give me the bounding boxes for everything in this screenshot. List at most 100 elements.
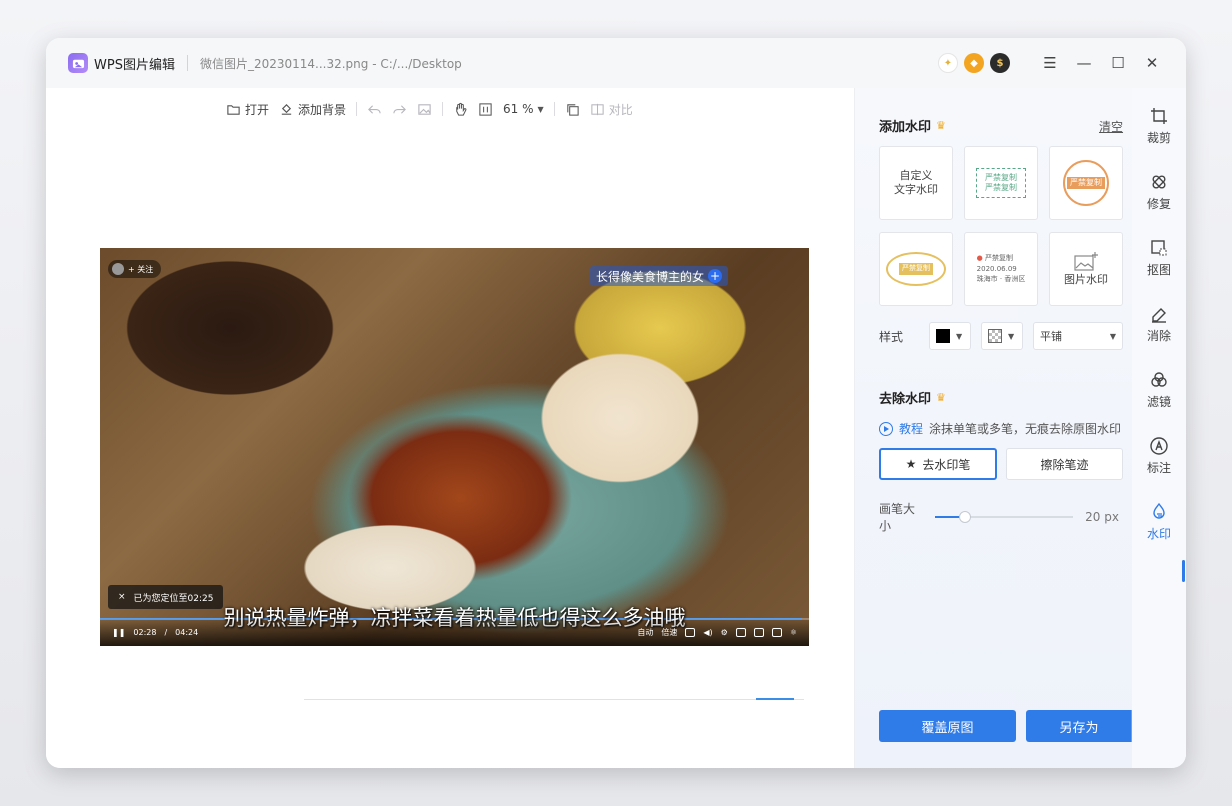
crown-icon: ♛ xyxy=(936,119,946,132)
title-divider xyxy=(186,55,188,71)
copy-button[interactable] xyxy=(565,102,580,117)
pause-icon: ❚❚ xyxy=(112,627,126,637)
close-button[interactable]: ✕ xyxy=(1138,49,1166,77)
stamp-round-watermark-tile[interactable]: 严禁复制 xyxy=(1049,146,1123,220)
rail-item-repair[interactable]: 修复 xyxy=(1132,172,1186,212)
editor-toolbar: 打开 添加背景 61 % ▼ 对比 xyxy=(226,98,633,120)
remove-hint-row: 教程 涂抹单笔或多笔，无痕去除原图水印 xyxy=(879,420,1121,437)
settings-icon: ⚙ xyxy=(720,627,728,637)
image-follow-badge: + 关注 xyxy=(108,260,162,278)
image-ctrl-auto: 自动 xyxy=(637,627,654,637)
plus-icon: + xyxy=(708,269,723,283)
compare-label: 对比 xyxy=(608,102,633,117)
remove-brush-button[interactable]: ★ 去水印笔 xyxy=(879,448,997,480)
tutorial-link[interactable]: 教程 xyxy=(899,420,923,437)
redo-button[interactable] xyxy=(392,102,407,117)
rail-filter-label: 滤镜 xyxy=(1146,395,1171,409)
add-watermark-title-text: 添加水印 xyxy=(879,120,932,135)
custom-text-watermark-tile[interactable]: 自定义 文字水印 xyxy=(879,146,953,220)
minimize-button[interactable]: — xyxy=(1070,49,1098,77)
stamp-rect-line2: 严禁复制 xyxy=(985,183,1017,192)
chevron-down-icon: ▼ xyxy=(1109,331,1117,341)
lightbulb-icon[interactable]: ✦ xyxy=(938,53,958,73)
chevron-down-icon: ▼ xyxy=(537,104,544,114)
rail-annotate-label: 标注 xyxy=(1146,461,1171,475)
add-background-button[interactable]: 添加背景 xyxy=(279,101,346,118)
file-title: 微信图片_20230114...32.png - C:/.../Desktop xyxy=(199,56,462,71)
undo-button[interactable] xyxy=(367,102,382,117)
edited-image[interactable]: + 关注 长得像美食博主的女 + × 已为您定位至02:25 别说热量炸弹，凉拌… xyxy=(100,248,809,646)
brush-size-label: 画笔大小 xyxy=(879,502,916,533)
save-as-button[interactable]: 另存为 xyxy=(1026,710,1132,742)
app-window: WPS图片编辑 微信图片_20230114...32.png - C:/.../… xyxy=(46,38,1186,768)
zoom-select[interactable]: 61 % ▼ xyxy=(503,102,544,116)
toolbar-divider xyxy=(442,102,444,116)
share-icon: ⚛ xyxy=(789,627,797,637)
canvas-area: 打开 添加背景 61 % ▼ 对比 + 关注 长得像美食博主的女 + × 已为您… xyxy=(46,88,854,768)
clear-link[interactable]: 清空 xyxy=(1099,118,1123,135)
maximize-button[interactable]: ☐ xyxy=(1104,49,1132,77)
location-watermark-tile[interactable]: ● 严禁复制 2020.06.09 珠海市 · 香洲区 xyxy=(964,232,1038,306)
volume-icon: ◀) xyxy=(703,627,713,637)
app-name: WPS图片编辑 xyxy=(94,57,175,73)
image-blogger-tag: 长得像美食博主的女 + xyxy=(590,266,729,286)
stamp-rect-watermark-tile[interactable]: 严禁复制 严禁复制 xyxy=(964,146,1038,220)
image-watermark-label: 图片水印 xyxy=(1064,272,1108,286)
image-scroll-thumb[interactable] xyxy=(756,698,794,700)
rail-repair-label: 修复 xyxy=(1146,197,1171,211)
image-time-sep: / xyxy=(164,627,168,637)
style-label: 样式 xyxy=(879,329,904,344)
brush-size-unit: px xyxy=(1104,510,1119,524)
erase-trace-button[interactable]: 擦除笔迹 xyxy=(1006,448,1123,480)
brush-size-readout: 20 px xyxy=(1085,510,1119,524)
rail-item-cutout[interactable]: 抠图 xyxy=(1132,238,1186,278)
stamp-round-preview: 严禁复制 xyxy=(1063,160,1109,206)
widescreen-icon xyxy=(753,627,764,637)
image-icon xyxy=(418,103,431,115)
coin-icon[interactable]: $ xyxy=(990,53,1010,73)
hand-icon xyxy=(456,102,467,116)
pan-hand-button[interactable] xyxy=(453,102,468,117)
image-player-controls: ❚❚ 02:28 / 04:24 自动 倍速 ◀) ⚙ ⚛ xyxy=(100,618,809,646)
actual-size-button[interactable] xyxy=(478,102,493,117)
rail-item-filter[interactable]: 滤镜 xyxy=(1132,370,1186,410)
compare-button[interactable]: 对比 xyxy=(590,101,633,118)
stamp-rect-preview: 严禁复制 严禁复制 xyxy=(976,168,1026,198)
image-blogger-text: 长得像美食博主的女 xyxy=(596,269,705,284)
rail-item-watermark[interactable]: 水印 xyxy=(1132,502,1186,542)
crop-icon xyxy=(1151,108,1167,124)
location-pin-icon: ● xyxy=(976,254,983,263)
overwrite-button[interactable]: 覆盖原图 xyxy=(879,710,1016,742)
color-swatch xyxy=(936,329,951,343)
member-badge-icon[interactable]: ◆ xyxy=(964,53,984,73)
image-follow-text: + 关注 xyxy=(128,264,154,274)
brush-size-value: 20 xyxy=(1085,510,1101,524)
location-place: 珠海市 · 香洲区 xyxy=(976,275,1026,284)
stamp-oval-watermark-tile[interactable]: 严禁复制 xyxy=(879,232,953,306)
erase-trace-label: 擦除笔迹 xyxy=(1040,457,1089,472)
play-icon[interactable] xyxy=(879,421,893,436)
opacity-select[interactable]: ▼ xyxy=(981,322,1024,350)
tile-mode-select[interactable]: 平铺 ▼ xyxy=(1033,322,1124,350)
open-button[interactable]: 打开 xyxy=(226,101,269,118)
image-watermark-tile[interactable]: 图片水印 xyxy=(1049,232,1123,306)
stamp-oval-preview: 严禁复制 xyxy=(886,252,946,286)
rail-item-annotate[interactable]: 标注 xyxy=(1132,436,1186,476)
brush-size-slider[interactable] xyxy=(934,511,1074,523)
menu-icon[interactable]: ☰ xyxy=(1036,49,1064,77)
brush-size-row: 画笔大小 20 px xyxy=(879,500,1119,534)
rail-item-crop[interactable]: 裁剪 xyxy=(1132,106,1186,146)
actual-size-icon xyxy=(479,102,492,116)
rail-cutout-label: 抠图 xyxy=(1146,263,1171,277)
image-time-current: 02:28 xyxy=(133,627,157,637)
app-logo-icon xyxy=(68,53,88,73)
rail-item-erase[interactable]: 消除 xyxy=(1132,304,1186,344)
compare-icon xyxy=(591,103,604,115)
image-button[interactable] xyxy=(417,102,432,117)
paint-bucket-icon xyxy=(281,103,292,115)
color-select[interactable]: ▼ xyxy=(929,322,972,350)
pip-icon xyxy=(735,627,746,637)
redo-icon xyxy=(393,104,406,114)
rail-watermark-label: 水印 xyxy=(1146,527,1171,541)
brush-size-slider-knob[interactable] xyxy=(959,511,972,523)
